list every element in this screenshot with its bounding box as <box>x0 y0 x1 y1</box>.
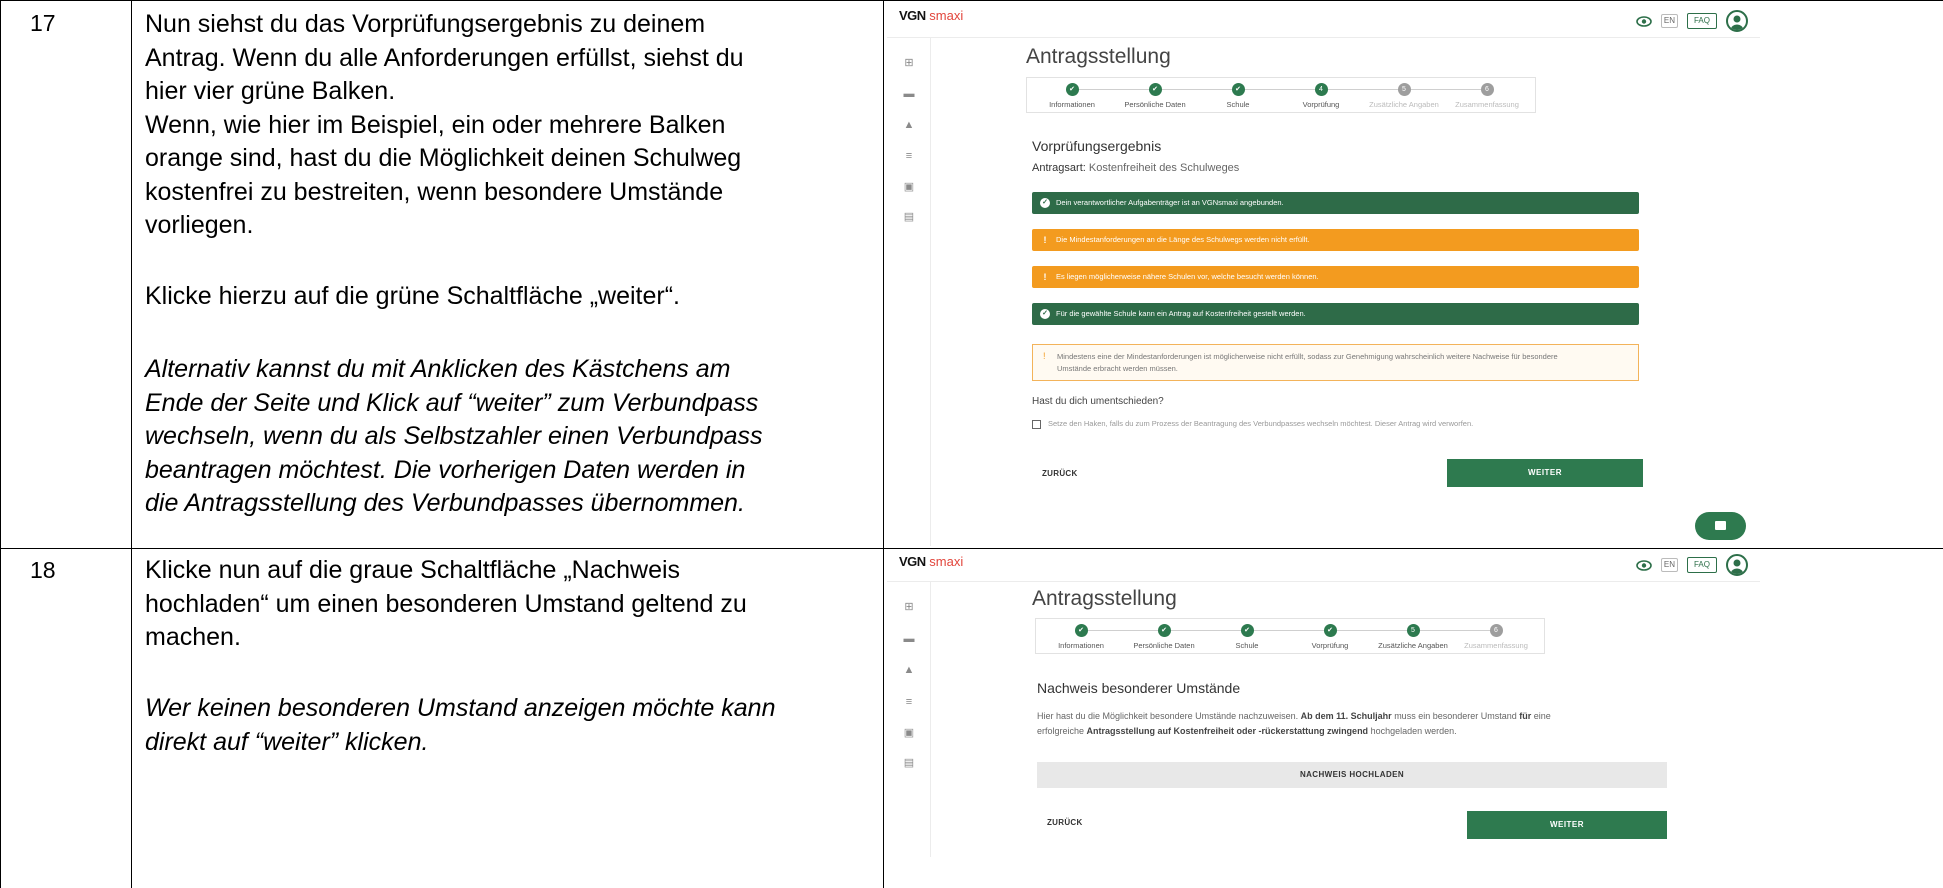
instruction-line: machen. <box>145 623 241 651</box>
top-actions: EN FAQ <box>1636 10 1748 32</box>
top-bar: VGN smaxi EN FAQ <box>887 552 1760 582</box>
instruction-line: Antrag. Wenn du alle Anforderungen erfül… <box>145 43 744 72</box>
step-zusaetzliche-angaben: 5 Zusätzliche Angaben <box>1359 83 1449 109</box>
next-button[interactable]: WEITER <box>1447 459 1643 487</box>
check-bar: ✓ Für die gewählte Schule kann ein Antrag… <box>1032 303 1639 325</box>
folder-icon[interactable]: ▬ <box>902 632 916 646</box>
back-button[interactable]: ZURÜCK <box>1047 818 1083 827</box>
stepper: ✔ Informationen ✔ Persönliche Daten ✔ Schul… <box>1026 77 1536 113</box>
person-icon[interactable]: ▲ <box>902 118 916 132</box>
antragsart-line: Antragsart: Kostenfreiheit des Schulwege… <box>1032 162 1240 174</box>
question-label: Hast du dich umentschieden? <box>1032 396 1164 407</box>
eye-icon[interactable] <box>1636 559 1652 571</box>
person-icon[interactable]: ▲ <box>902 663 916 677</box>
person-list-icon[interactable]: ≡ <box>902 695 916 709</box>
grid-icon[interactable]: ⊞ <box>902 56 916 70</box>
language-button[interactable]: EN <box>1660 558 1678 572</box>
instruction-line: wechseln, wenn du als Selbstzahler einen… <box>145 422 763 450</box>
instruction-text: Klicke nun auf die graue Schaltfläche „N… <box>145 554 880 759</box>
step-vorpruefung[interactable]: 4 Vorprüfung <box>1276 83 1366 109</box>
instruction-line: Klicke hierzu auf die grüne Schaltfläche… <box>145 282 680 310</box>
checkbox <box>1032 419 1041 429</box>
step-zusammenfassung: 6 Zusammenfassung <box>1442 83 1532 109</box>
step-persoenliche-daten[interactable]: ✔ Persönliche Daten <box>1119 624 1209 650</box>
logo[interactable]: VGN smaxi <box>899 8 963 23</box>
stepper: ✔ Informationen ✔ Persönliche Daten ✔ Schul… <box>1035 618 1545 654</box>
chat-button[interactable] <box>1695 512 1746 540</box>
warning-bar: ! Es liegen möglicherweise nähere Schulen… <box>1032 266 1639 288</box>
check-bar: ✓ Dein verantwortlicher Aufgabenträger is… <box>1032 192 1639 214</box>
app-screenshot: VGN smaxi EN FAQ ⊞ ▬ ▲ ≡ ▣ ▤ Antragsstel… <box>887 552 1760 888</box>
sidebar: ⊞ ▬ ▲ ≡ ▣ ▤ <box>887 582 931 857</box>
check-icon: ✓ <box>1040 198 1050 208</box>
check-icon: ✓ <box>1040 309 1050 319</box>
chat-icon <box>1715 521 1726 530</box>
switch-checkbox[interactable]: Setze den Haken, falls du zum Prozess de… <box>1032 419 1473 429</box>
step-schule[interactable]: ✔ Schule <box>1193 83 1283 109</box>
warning-bar: ! Die Mindestanforderungen an die Länge d… <box>1032 229 1639 251</box>
instruction-line: Wenn, wie hier im Beispiel, ein oder meh… <box>145 110 726 139</box>
step-persoenliche-daten[interactable]: ✔ Persönliche Daten <box>1110 83 1200 109</box>
table-col-divider-2 <box>131 0 132 888</box>
warning-icon: ! <box>1043 235 1047 245</box>
chat-list-icon[interactable]: ▤ <box>902 756 916 770</box>
top-actions: EN FAQ <box>1636 554 1748 576</box>
instruction-line: Alternativ kannst du mit Anklicken des K… <box>145 355 731 383</box>
id-card-icon[interactable]: ▣ <box>902 726 916 740</box>
step-zusammenfassung: 6 Zusammenfassung <box>1451 624 1541 650</box>
instruction-text: Nun siehst du das Vorprüfungsergebnis zu… <box>145 8 880 521</box>
chat-list-icon[interactable]: ▤ <box>902 210 916 224</box>
person-list-icon[interactable]: ≡ <box>902 149 916 163</box>
instruction-line: die Antragsstellung des Verbundpasses üb… <box>145 489 745 517</box>
faq-button[interactable]: FAQ <box>1686 557 1717 573</box>
section-title: Vorprüfungsergebnis <box>1032 138 1162 154</box>
instruction-line: beantragen möchtest. Die vorherigen Date… <box>145 455 746 484</box>
next-button[interactable]: WEITER <box>1467 811 1667 839</box>
instruction-line: Wer keinen besonderen Umstand anzeigen m… <box>145 694 776 722</box>
logo[interactable]: VGN smaxi <box>899 554 963 569</box>
instruction-line: hier vier grüne Balken. <box>145 77 396 105</box>
warning-note: ! Mindestens eine der Mindestanforderung… <box>1032 344 1639 381</box>
page-title: Antragsstellung <box>1032 587 1177 610</box>
instruction-line: direkt auf “weiter” klicken. <box>145 727 429 756</box>
instruction-line: vorliegen. <box>145 211 254 239</box>
instruction-line: hochladen“ um einen besonderen Umstand g… <box>145 589 747 618</box>
step-informationen[interactable]: ✔ Informationen <box>1036 624 1126 650</box>
section-title: Nachweis besonderer Umstände <box>1037 680 1241 696</box>
table-row-divider <box>0 548 1943 549</box>
row-number: 17 <box>30 10 56 36</box>
user-avatar-icon[interactable] <box>1726 10 1748 32</box>
top-bar: VGN smaxi EN FAQ <box>887 4 1760 38</box>
folder-icon[interactable]: ▬ <box>902 87 916 101</box>
app-screenshot: VGN smaxi EN FAQ ⊞ ▬ ▲ ≡ ▣ ▤ Antragsstel… <box>887 4 1760 546</box>
warning-icon: ! <box>1043 351 1046 361</box>
grid-icon[interactable]: ⊞ <box>902 600 916 614</box>
sidebar: ⊞ ▬ ▲ ≡ ▣ ▤ <box>887 38 931 546</box>
user-avatar-icon[interactable] <box>1726 554 1748 576</box>
step-vorpruefung[interactable]: ✔ Vorprüfung <box>1285 624 1375 650</box>
instruction-line: orange sind, hast du die Möglichkeit dei… <box>145 144 742 172</box>
row-number: 18 <box>30 557 56 583</box>
instruction-line: Nun siehst du das Vorprüfungsergebnis zu… <box>145 10 706 38</box>
page-title: Antragsstellung <box>1026 45 1171 68</box>
eye-icon[interactable] <box>1636 15 1652 27</box>
warning-icon: ! <box>1043 272 1047 282</box>
table-top-border <box>0 0 1943 1</box>
back-button[interactable]: ZURÜCK <box>1042 469 1078 478</box>
id-card-icon[interactable]: ▣ <box>902 180 916 194</box>
table-col-divider-1 <box>0 0 1 888</box>
instruction-line: Klicke nun auf die graue Schaltfläche „N… <box>145 556 681 584</box>
language-button[interactable]: EN <box>1660 14 1678 28</box>
instruction-line: Ende der Seite und Klick auf “weiter” zu… <box>145 388 759 417</box>
step-informationen[interactable]: ✔ Informationen <box>1027 83 1117 109</box>
step-zusaetzliche-angaben[interactable]: 5 Zusätzliche Angaben <box>1368 624 1458 650</box>
faq-button[interactable]: FAQ <box>1686 13 1717 29</box>
table-col-divider-3 <box>883 0 884 888</box>
step-schule[interactable]: ✔ Schule <box>1202 624 1292 650</box>
upload-proof-button[interactable]: NACHWEIS HOCHLADEN <box>1037 762 1667 788</box>
instruction-line: kostenfrei zu bestreiten, wenn besondere… <box>145 177 724 206</box>
explanation-text: Hier hast du die Möglichkeit besondere U… <box>1037 711 1551 736</box>
